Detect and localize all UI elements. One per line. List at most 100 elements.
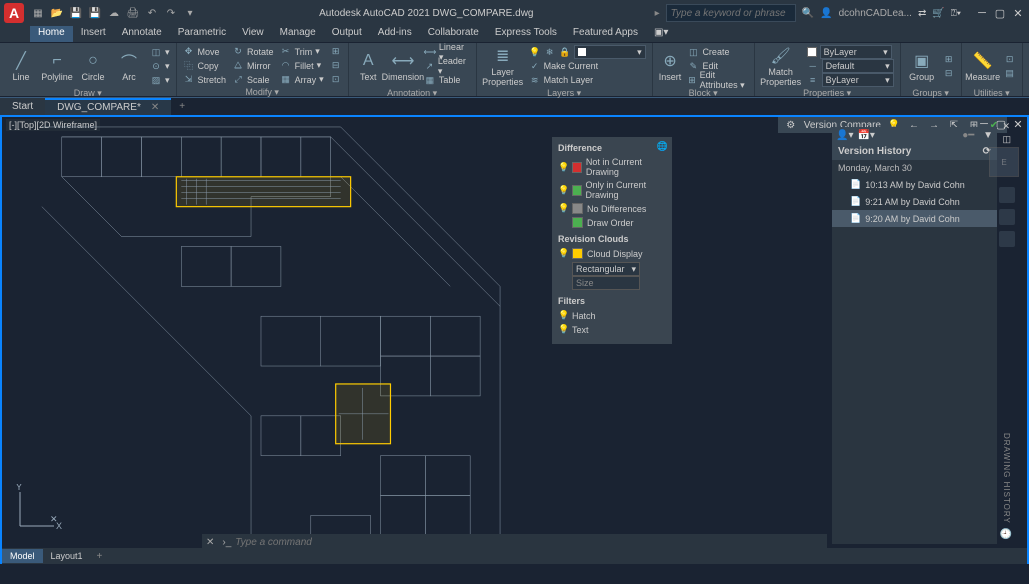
- qat-new-icon[interactable]: ▦: [30, 5, 46, 21]
- gear-icon[interactable]: ⚙: [784, 118, 798, 132]
- draw-misc3[interactable]: ▨▾: [148, 74, 172, 87]
- tab-layout1[interactable]: Layout1: [43, 549, 91, 563]
- line-button[interactable]: ╱Line: [4, 45, 38, 87]
- menu-tab-collaborate[interactable]: Collaborate: [420, 26, 487, 42]
- make-current-button[interactable]: ✓Make Current: [527, 60, 648, 73]
- draw-misc1[interactable]: ◫▾: [148, 46, 172, 59]
- search-icon[interactable]: 🔍: [802, 8, 814, 19]
- bulb-icon[interactable]: 💡: [558, 248, 568, 259]
- red-swatch[interactable]: [572, 162, 582, 173]
- qat-cloud-icon[interactable]: ☁: [106, 5, 122, 21]
- modify-misc2[interactable]: ⊟: [328, 59, 344, 72]
- qat-open-icon[interactable]: 📂: [49, 5, 65, 21]
- trim-button[interactable]: ✂Trim▾: [278, 45, 326, 58]
- cloud-size-input[interactable]: Size: [572, 276, 640, 290]
- nav-pan-icon[interactable]: [999, 187, 1015, 203]
- minimize-button[interactable]: ─: [975, 6, 989, 20]
- cart-icon[interactable]: 🛒: [932, 8, 944, 19]
- tab-model[interactable]: Model: [2, 549, 43, 563]
- lineweight-combo[interactable]: ─Default▾: [805, 60, 896, 73]
- layer-state-row[interactable]: 💡❄🔒▾: [527, 46, 648, 59]
- text-button[interactable]: AText: [353, 45, 384, 87]
- cloud-swatch[interactable]: [572, 248, 583, 259]
- menu-tab-more-icon[interactable]: ▣▾: [646, 26, 676, 42]
- qat-dropdown-icon[interactable]: ▾: [182, 5, 198, 21]
- viewcube[interactable]: E: [989, 147, 1019, 177]
- vh-date-icon[interactable]: 📅▾: [857, 130, 874, 141]
- vh-item-1[interactable]: 📄9:21 AM by David Cohn: [832, 193, 997, 210]
- grey-swatch[interactable]: [572, 203, 583, 214]
- vh-dock-icon[interactable]: ◫: [1002, 134, 1011, 145]
- scale-button[interactable]: ⤢Scale: [230, 73, 276, 86]
- modify-misc3[interactable]: ⊡: [328, 73, 344, 86]
- group-button[interactable]: ▣Group: [905, 45, 939, 87]
- qat-redo-icon[interactable]: ↷: [163, 5, 179, 21]
- stretch-button[interactable]: ⇲Stretch: [181, 73, 229, 86]
- info-icon[interactable]: ▸: [655, 8, 660, 19]
- app-logo[interactable]: A: [4, 3, 24, 23]
- doc-close-button[interactable]: ✕: [1011, 117, 1025, 131]
- vh-close-icon[interactable]: ✕: [1002, 121, 1011, 132]
- arc-button[interactable]: ⌒Arc: [112, 45, 146, 87]
- add-tab-button[interactable]: +: [171, 101, 193, 112]
- menu-tab-insert[interactable]: Insert: [73, 26, 114, 42]
- qat-undo-icon[interactable]: ↶: [144, 5, 160, 21]
- swatch[interactable]: [572, 217, 583, 228]
- menu-tab-express[interactable]: Express Tools: [487, 26, 565, 42]
- rotate-button[interactable]: ↻Rotate: [230, 45, 276, 58]
- bulb-icon[interactable]: 💡: [558, 162, 568, 173]
- insert-button[interactable]: ⊕Insert: [657, 45, 684, 87]
- group-misc1[interactable]: ⊞: [941, 53, 957, 66]
- util-misc2[interactable]: ▤: [1002, 67, 1018, 80]
- match-properties-button[interactable]: 🖌Match Properties: [759, 45, 803, 87]
- filter-text[interactable]: 💡Text: [558, 324, 666, 335]
- vh-item-2[interactable]: 📄9:20 AM by David Cohn: [832, 210, 997, 227]
- vh-sidebar-label[interactable]: DRAWING HISTORY: [1002, 433, 1011, 524]
- match-layer-button[interactable]: ≋Match Layer: [527, 74, 648, 87]
- command-input[interactable]: [235, 537, 823, 548]
- tab-close-icon[interactable]: ✕: [151, 102, 159, 113]
- vh-sidebar-icon[interactable]: 🕘: [1000, 529, 1012, 540]
- user-name[interactable]: dcohnCADLea...: [839, 8, 912, 19]
- vh-user-icon[interactable]: 👤▾: [836, 130, 853, 141]
- nav-zoom-icon[interactable]: [999, 209, 1015, 225]
- polyline-button[interactable]: ⌐Polyline: [40, 45, 74, 87]
- tab-start[interactable]: Start: [0, 98, 45, 116]
- green-swatch[interactable]: [572, 185, 582, 196]
- vh-filter-icon[interactable]: ▼: [983, 130, 993, 141]
- qat-plot-icon[interactable]: 🖨: [125, 5, 141, 21]
- dimension-button[interactable]: ⟷Dimension: [386, 45, 420, 87]
- move-button[interactable]: ✥Move: [181, 45, 229, 58]
- menu-tab-output[interactable]: Output: [324, 26, 370, 42]
- help-icon[interactable]: ⍰▾: [951, 8, 961, 19]
- group-misc2[interactable]: ⊟: [941, 67, 957, 80]
- menu-tab-view[interactable]: View: [234, 26, 272, 42]
- fillet-button[interactable]: ◠Fillet▾: [278, 59, 326, 72]
- linetype-combo[interactable]: ≡ByLayer▾: [805, 74, 896, 87]
- cmd-close-icon[interactable]: ✕: [206, 537, 214, 548]
- layer-properties-button[interactable]: ≣Layer Properties: [481, 45, 525, 87]
- menu-tab-featured[interactable]: Featured Apps: [565, 26, 646, 42]
- leader-button[interactable]: ↗Leader ▾: [422, 60, 472, 73]
- menu-tab-manage[interactable]: Manage: [272, 26, 324, 42]
- nav-orbit-icon[interactable]: [999, 231, 1015, 247]
- cloud-shape-dropdown[interactable]: Rectangular▾: [572, 262, 640, 276]
- menu-tab-addins[interactable]: Add-ins: [370, 26, 420, 42]
- vc-panel-icon[interactable]: 🌐: [657, 141, 668, 152]
- menu-tab-home[interactable]: Home: [30, 26, 73, 42]
- tab-active-document[interactable]: DWG_COMPARE*✕: [45, 98, 171, 116]
- qat-saveas-icon[interactable]: 💾: [87, 5, 103, 21]
- menu-tab-annotate[interactable]: Annotate: [114, 26, 170, 42]
- vh-item-0[interactable]: 📄10:13 AM by David Cohn: [832, 176, 997, 193]
- filter-hatch[interactable]: 💡Hatch: [558, 310, 666, 321]
- mirror-button[interactable]: ⧋Mirror: [230, 59, 276, 72]
- search-input[interactable]: [666, 4, 796, 22]
- add-layout-button[interactable]: +: [91, 551, 109, 562]
- copy-button[interactable]: ⿻Copy: [181, 59, 229, 72]
- modify-misc1[interactable]: ⊞: [328, 45, 344, 58]
- array-button[interactable]: ▦Array▾: [278, 73, 326, 86]
- vh-slider-icon[interactable]: ●━: [962, 130, 974, 141]
- maximize-button[interactable]: ▢: [993, 6, 1007, 20]
- menu-tab-parametric[interactable]: Parametric: [170, 26, 234, 42]
- edit-attributes-button[interactable]: ⊞Edit Attributes ▾: [685, 74, 749, 87]
